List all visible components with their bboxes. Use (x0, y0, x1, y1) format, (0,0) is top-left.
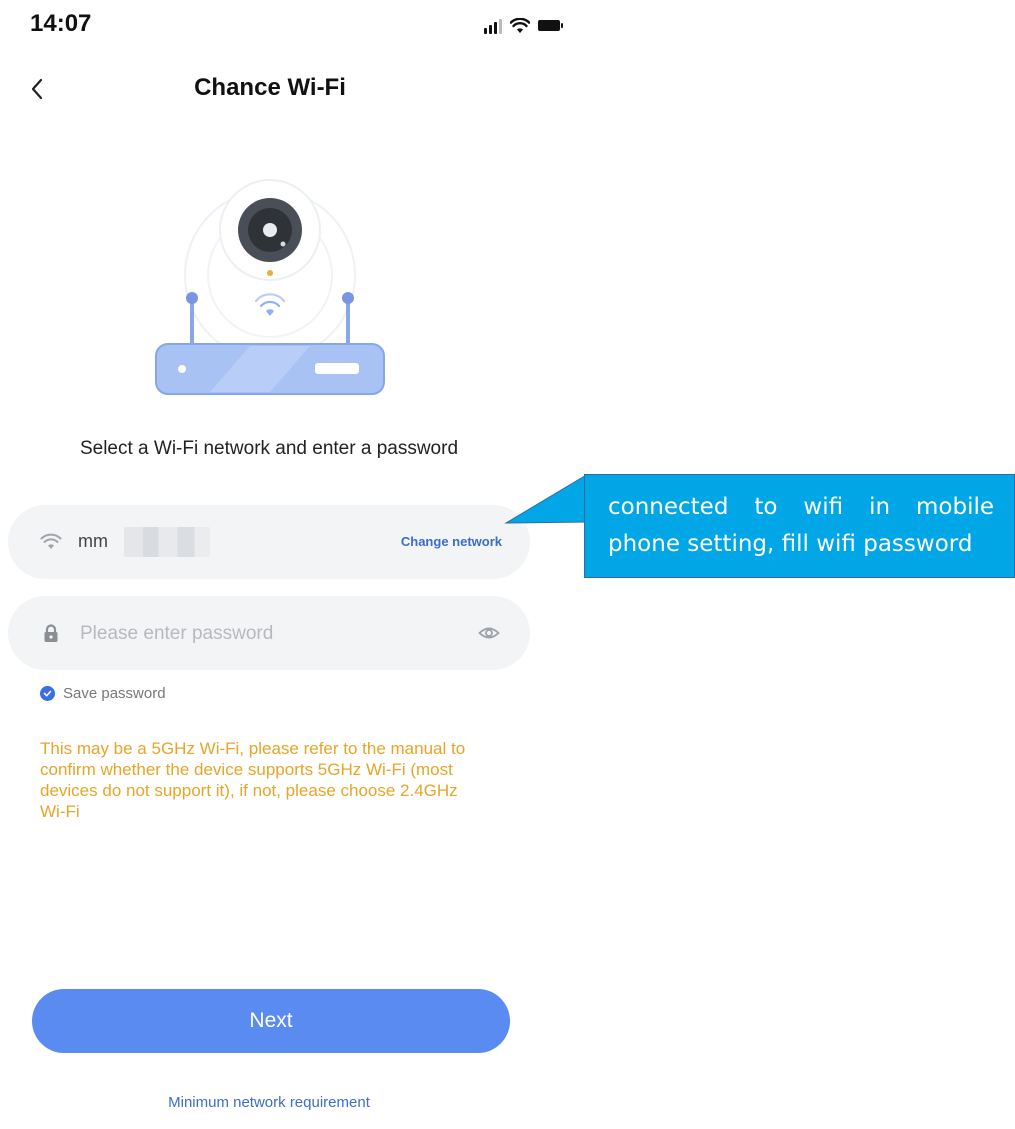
wifi-icon (40, 533, 62, 549)
minimum-network-requirement-link[interactable]: Minimum network requirement (0, 1094, 538, 1111)
password-field (8, 596, 530, 670)
callout-pointer (504, 474, 590, 524)
lock-icon (44, 624, 58, 642)
change-network-link[interactable]: Change network (401, 534, 502, 549)
password-input[interactable] (78, 614, 462, 654)
instruction-subtitle: Select a Wi-Fi network and enter a passw… (79, 438, 459, 459)
status-icons (484, 12, 563, 34)
page-title: Chance Wi-Fi (194, 74, 346, 101)
save-password-label: Save password (63, 685, 166, 702)
annotation-callout-text: connected to wifi in mobile phone settin… (608, 494, 994, 557)
signal-icon (484, 16, 502, 34)
annotation-callout: connected to wifi in mobile phone settin… (584, 474, 1015, 578)
ssid-redaction (124, 527, 210, 557)
wifi-ssid-value: mm (78, 531, 108, 551)
status-time: 14:07 (30, 10, 92, 37)
back-button[interactable] (22, 72, 52, 106)
wifi-network-field[interactable]: mm Change network (8, 505, 530, 579)
save-password-checkbox[interactable]: Save password (40, 685, 166, 702)
wifi-icon (510, 18, 530, 33)
wifi-setup-screen: 14:07 Chance Wi-Fi Select a Wi-Fi networ… (0, 0, 1015, 1129)
battery-icon (538, 20, 563, 31)
next-button[interactable]: Next (32, 989, 510, 1053)
5ghz-warning-text: This may be a 5GHz Wi-Fi, please refer t… (40, 739, 466, 821)
check-icon (40, 686, 55, 701)
camera-router-illustration (155, 179, 385, 395)
eye-icon[interactable] (478, 623, 500, 643)
chevron-left-icon (31, 78, 43, 100)
